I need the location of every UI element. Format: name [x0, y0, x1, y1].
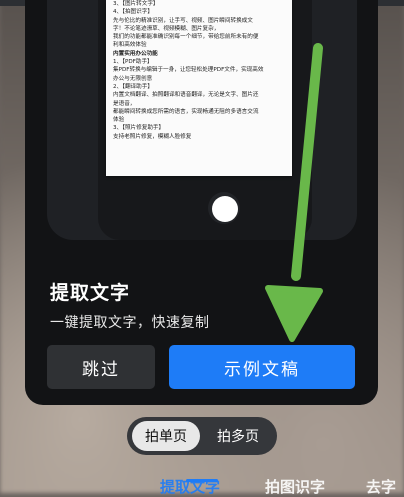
shutter-button [212, 196, 238, 222]
document-line: 2、【翻译助手】 [113, 83, 153, 90]
document-line: 支持老照片修复，模糊人脸修复 [113, 133, 192, 140]
tab-photo-recognize[interactable]: 拍图识字 [265, 476, 325, 497]
document-line: 3、【图片转文字】 [113, 1, 159, 7]
document-line: 是语音， [113, 100, 136, 107]
tab-remove-text[interactable]: 去字 [366, 476, 396, 497]
mode-multi-page[interactable]: 拍多页 [204, 421, 272, 451]
document-line: 3、【照片修复助手】 [113, 125, 165, 132]
document-line: 办公与无限创意 [113, 75, 153, 82]
document-line: 4、【拍图识字】 [113, 9, 153, 16]
tab-extract-text[interactable]: 提取文字 [160, 476, 220, 497]
document-line: 1、【PDF助手】 [113, 59, 153, 66]
document-line: 利和高效体验 [113, 42, 147, 49]
sample-document-button[interactable]: 示例文稿 [169, 345, 355, 389]
document-line: 先与伦比的精准识别，让手写、视频、图片瞬间转换成文 [113, 17, 253, 24]
sample-document: 3、【图片转文字】 4、【拍图识字】 先与伦比的精准识别，让手写、视频、图片瞬间转换… [106, 0, 292, 176]
capture-mode-toggle: 拍单页 拍多页 [127, 417, 277, 455]
document-line: 字！不论笔迹潦草、视频模糊、图片复杂， [113, 25, 220, 32]
bottom-tabs: 提取文字 拍图识字 去字 [0, 474, 404, 496]
document-line: 集PDF转换与编辑于一身，让您轻松处理PDF文件，实现高效 [113, 67, 264, 74]
document-line: 内置文档翻译、拍照翻译和语音翻译，无论是文字、图片还 [113, 92, 259, 99]
dialog-subtitle: 一键提取文字，快速复制 [50, 315, 210, 331]
document-line: 内置实用办公功能 [113, 50, 158, 57]
dialog-title: 提取文字 [50, 282, 131, 304]
document-line: 我们的功能都能准确识别每一个细节，带给您前所未有的便 [113, 34, 259, 41]
mode-single-page[interactable]: 拍单页 [132, 421, 200, 451]
document-line: 都能瞬间转换成您所需的语言，实现畅通无阻的多语言交流 [113, 108, 259, 115]
skip-button[interactable]: 跳过 [47, 345, 155, 389]
document-line: 体验 [113, 117, 125, 124]
